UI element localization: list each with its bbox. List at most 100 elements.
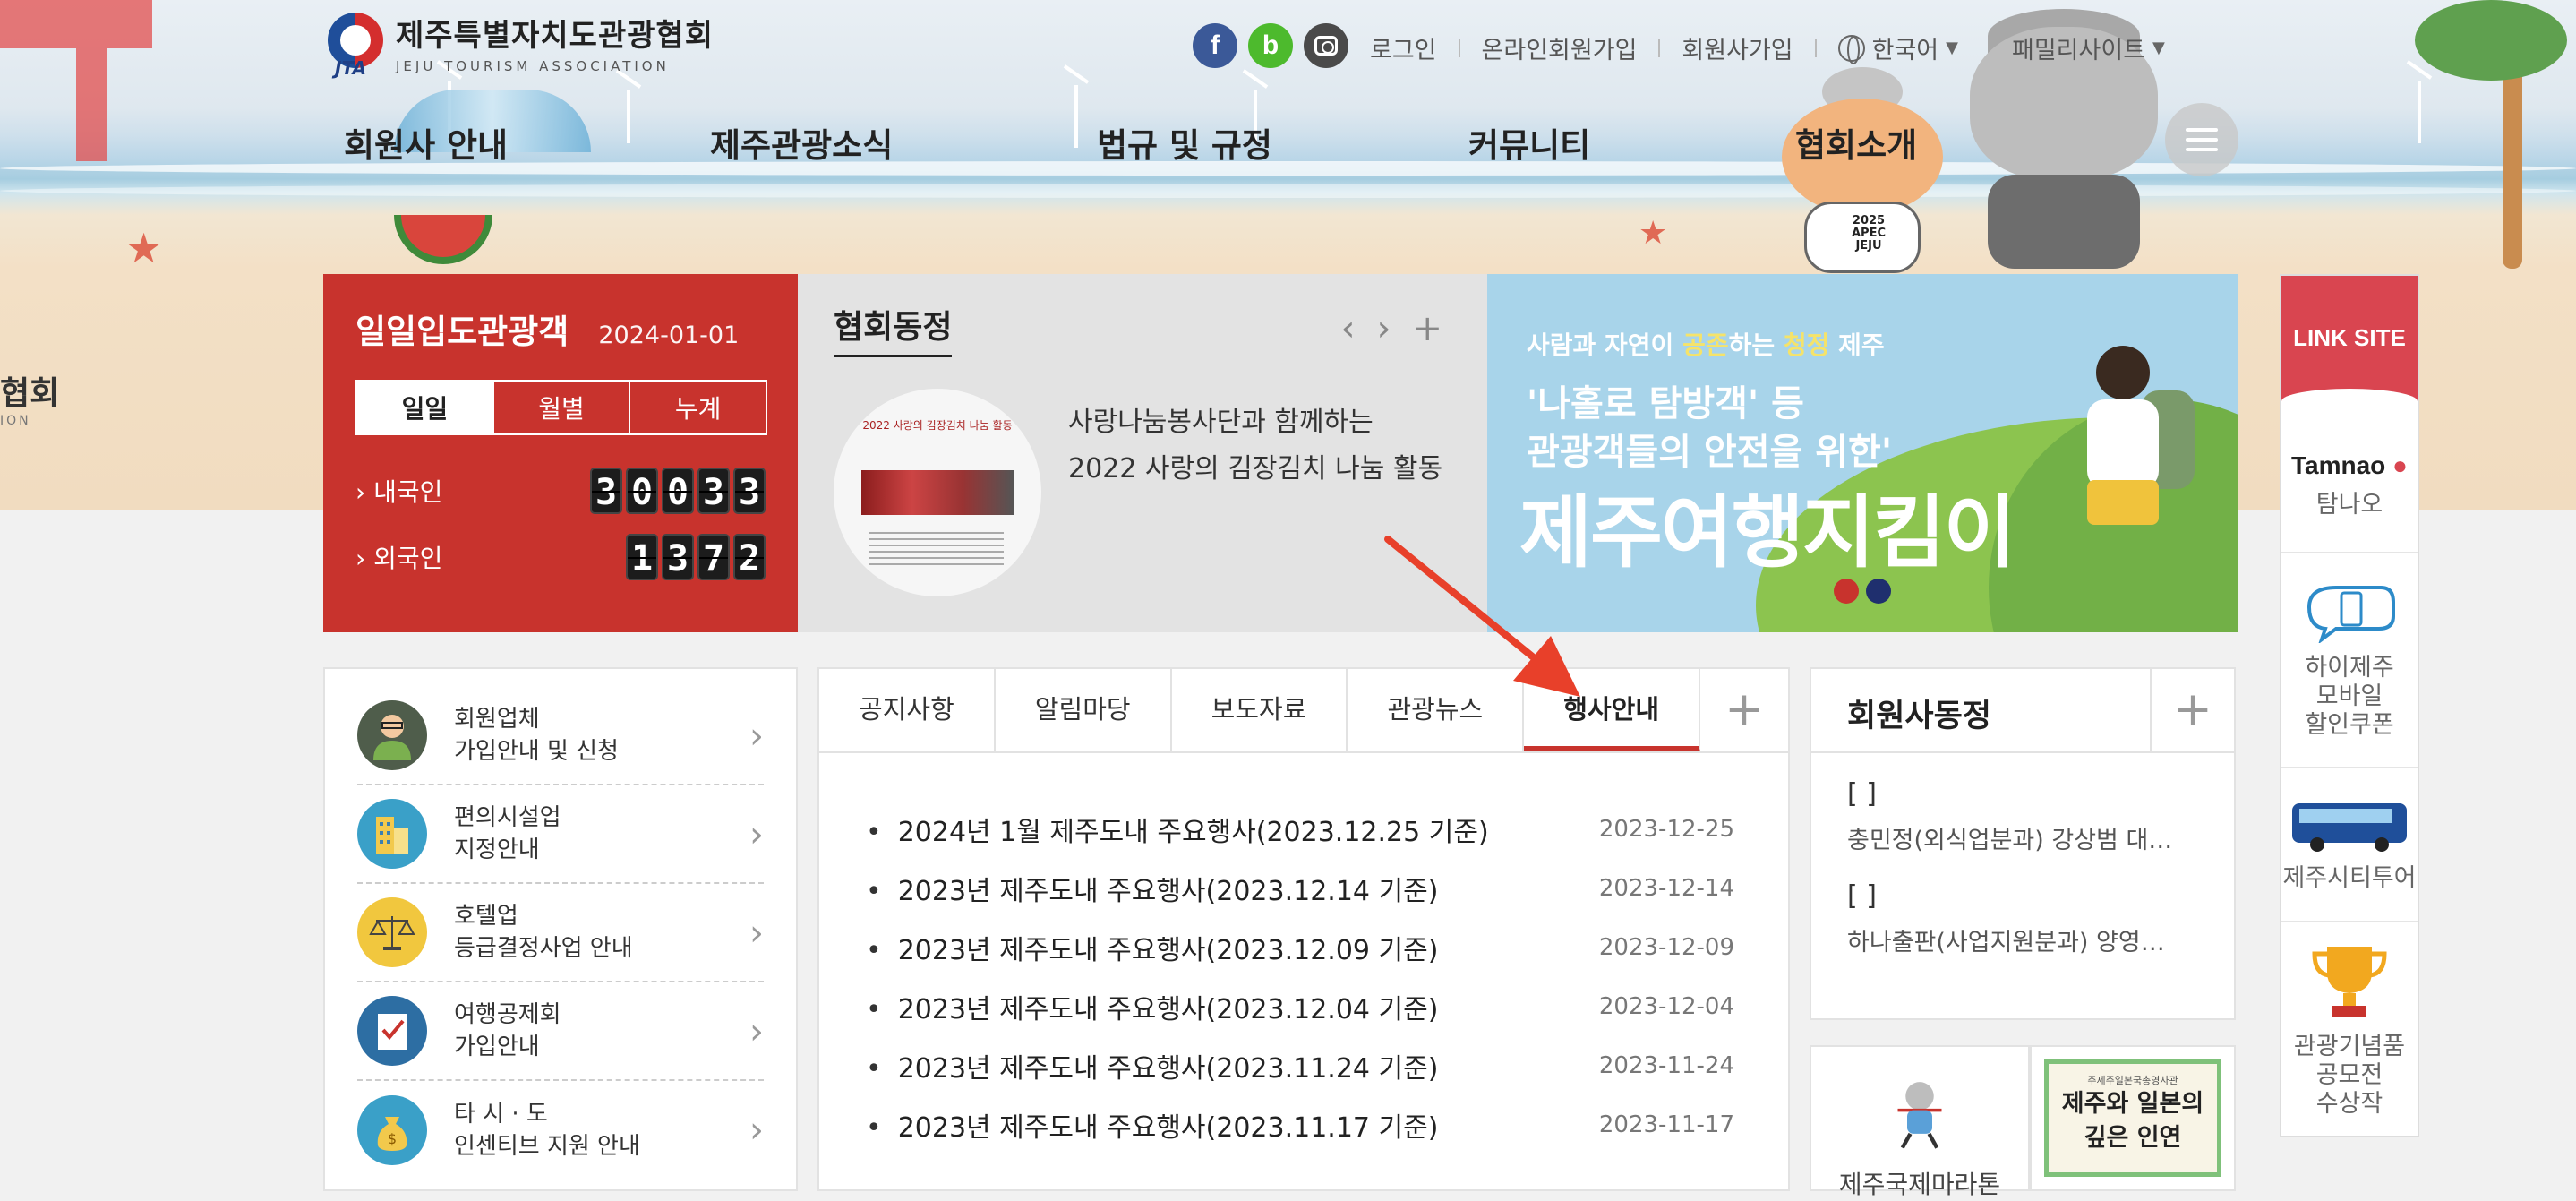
news-line-2: 2022 사랑의 김장김치 나눔 활동	[1068, 453, 1443, 485]
member-news-item[interactable]: [ ] 충민정(외식업분과) 강상범 대…	[1811, 753, 2234, 855]
notice-date: 2023-11-17	[1598, 1111, 1734, 1138]
family-site-label: 패밀리사이트	[2012, 37, 2146, 64]
counter-digit: 3	[733, 468, 766, 514]
carousel-controls: ‹ › +	[1340, 308, 1442, 349]
item-text: 충민정(외식업분과) 강상범 대…	[1847, 827, 2173, 854]
caret-down-icon: ▼	[1946, 39, 1958, 57]
association-news-panel: 협회동정 ‹ › + 2022 사랑의 김장김치 나눔 활동 사랑나눔봉사단과 …	[798, 274, 1487, 632]
quick-label: 타 시 · 도	[454, 1101, 548, 1128]
wave-decoration	[0, 184, 2576, 198]
member-news-title[interactable]: 회원사동정	[1811, 669, 2152, 751]
social-links: f b	[1193, 23, 1348, 68]
domestic-counter: 30033	[590, 468, 766, 514]
member-join-link[interactable]: 회원사가입	[1682, 30, 1793, 65]
logo-name: 제주특별자치도관광협회	[396, 18, 715, 54]
quick-label: 호텔업	[454, 903, 518, 930]
gnb-jeju-news[interactable]: 제주관광소식	[710, 118, 893, 167]
online-join-link[interactable]: 온라인회원가입	[1482, 30, 1638, 65]
tab-monthly[interactable]: 월별	[492, 382, 629, 433]
blog-icon[interactable]: b	[1248, 23, 1293, 68]
chevron-right-icon[interactable]: ›	[1376, 308, 1391, 349]
gnb-regulations[interactable]: 법규 및 규정	[1097, 118, 1272, 167]
quick-sublabel: 지정안내	[454, 836, 540, 863]
tab-notices[interactable]: 공지사항	[819, 669, 996, 751]
hiker-illustration	[2060, 346, 2195, 579]
plus-icon[interactable]: +	[2152, 669, 2234, 751]
notice-title: 2024년 1월 제주도내 주요행사(2023.12.25 기준)	[866, 810, 1489, 849]
notice-date: 2023-12-25	[1598, 816, 1734, 843]
quick-hotel-grading[interactable]: 호텔업 등급결정사업 안내 ›	[357, 884, 764, 982]
assoc-news-title[interactable]: 협회동정	[834, 301, 953, 357]
carousel-dot[interactable]	[1834, 579, 1859, 604]
gnb-member-guide[interactable]: 회원사 안내	[344, 118, 508, 167]
watermelon-illustration	[394, 215, 492, 264]
notice-item[interactable]: 2023년 제주도내 주요행사(2023.12.09 기준) 2023-12-09	[866, 918, 1788, 977]
news-description[interactable]: 사랑나눔봉사단과 함께하는 2022 사랑의 김장김치 나눔 활동	[1068, 399, 1442, 493]
notice-board: 공지사항 알림마당 보도자료 관광뉴스 행사안내 + 2024년 1월 제주도내…	[817, 667, 1790, 1191]
member-news-panel: 회원사동정 + [ ] 충민정(외식업분과) 강상범 대… [ ] 하나출판(사…	[1810, 667, 2236, 1020]
tab-cumulative[interactable]: 누계	[629, 382, 766, 433]
thumbnail-caption: 2022 사랑의 김장김치 나눔 활동	[862, 419, 1013, 432]
notice-date: 2023-12-09	[1598, 934, 1734, 961]
quick-label: 회원업체	[454, 706, 540, 733]
gnb-about[interactable]: 협회소개	[1795, 118, 1917, 167]
promo-banner[interactable]: 사람과 자연이 공존하는 청정 제주 '나홀로 탐방객' 등 관광객들의 안전을…	[1487, 274, 2238, 632]
quick-label: 여행공제회	[454, 1001, 561, 1028]
tab-press[interactable]: 보도자료	[1172, 669, 1348, 751]
tab-events[interactable]: 행사안내	[1524, 669, 1701, 751]
tab-announcements[interactable]: 알림마당	[996, 669, 1172, 751]
counter-digit: 7	[697, 534, 730, 580]
notice-item[interactable]: 2023년 제주도내 주요행사(2023.11.17 기준) 2023-11-17	[866, 1095, 1788, 1154]
stats-title: 일일입도관광객	[355, 313, 569, 351]
scale-icon	[357, 897, 427, 967]
notice-title: 2023년 제주도내 주요행사(2023.12.14 기준)	[866, 869, 1439, 908]
notice-item[interactable]: 2023년 제주도내 주요행사(2023.11.24 기준) 2023-11-24	[866, 1036, 1788, 1095]
tab-tourism-news[interactable]: 관광뉴스	[1348, 669, 1525, 751]
quick-sublabel: 가입안내	[454, 1034, 540, 1060]
pier-illustration	[0, 0, 152, 161]
tab-daily[interactable]: 일일	[357, 382, 492, 433]
quick-facility-designation[interactable]: 편의시설업 지정안내 ›	[357, 785, 764, 884]
notice-item[interactable]: 2024년 1월 제주도내 주요행사(2023.12.25 기준) 2023-12…	[866, 800, 1788, 859]
notice-date: 2023-12-04	[1598, 993, 1734, 1020]
runner-mascot-icon	[1897, 1082, 1942, 1149]
notice-item[interactable]: 2023년 제주도내 주요행사(2023.12.04 기준) 2023-12-04	[866, 977, 1788, 1036]
gnb-community[interactable]: 커뮤니티	[1468, 118, 1590, 167]
link-souvenir-contest[interactable]: 관광기념품 공모전 수상작	[2281, 922, 2418, 1137]
plus-icon[interactable]: +	[1412, 308, 1442, 349]
member-news-item[interactable]: [ ] 하나출판(사업지원분과) 양영…	[1811, 855, 2234, 957]
site-logo[interactable]: JTA 제주특별자치도관광협회 JEJU TOURISM ASSOCIATION	[328, 11, 715, 79]
plus-icon[interactable]: +	[1700, 669, 1788, 751]
link-hijeju-coupon[interactable]: 하이제주 모바일 할인쿠폰	[2281, 553, 2418, 768]
quick-label: 편의시설업	[454, 804, 561, 831]
logo-mark: JTA	[335, 57, 367, 79]
family-site-select[interactable]: 패밀리사이트 ▼	[2012, 30, 2165, 65]
moneybag-icon: $	[357, 1095, 427, 1165]
counter-digit: 2	[733, 534, 766, 580]
exhibit-banner[interactable]: 주제주일본국총영사관 제주와 일본의 깊은 인연	[2030, 1045, 2236, 1191]
news-thumbnail[interactable]: 2022 사랑의 김장김치 나눔 활동	[834, 389, 1041, 596]
banner-tagline: 사람과 자연이 공존하는 청정 제주	[1527, 330, 1885, 360]
notice-tabs: 공지사항 알림마당 보도자료 관광뉴스 행사안내 +	[819, 669, 1788, 753]
instagram-icon[interactable]	[1304, 23, 1348, 68]
marathon-banner[interactable]: 제주국제마라톤	[1810, 1045, 2030, 1199]
chevron-right-icon: ›	[749, 716, 764, 757]
link-site-title: LINK SITE	[2281, 276, 2418, 414]
building-icon	[357, 799, 427, 869]
link-city-tour[interactable]: 제주시티투어	[2281, 768, 2418, 922]
quick-incentive[interactable]: $ 타 시 · 도 인센티브 지원 안내 ›	[357, 1081, 764, 1180]
chevron-left-icon[interactable]: ‹	[1340, 308, 1355, 349]
link-tamnao[interactable]: Tamnao ● 탐나오	[2281, 401, 2418, 553]
chevron-right-icon: ›	[749, 913, 764, 954]
apec-badge: 2025 APEC JEJU	[1852, 214, 1887, 253]
carousel-dots	[1834, 579, 1891, 604]
quick-travel-mutual-aid[interactable]: 여행공제회 가입안내 ›	[357, 982, 764, 1081]
hamburger-menu-icon[interactable]	[2165, 103, 2238, 176]
login-link[interactable]: 로그인	[1370, 30, 1437, 65]
quick-member-join[interactable]: 회원업체 가입안내 및 신청 ›	[357, 687, 764, 785]
facebook-icon[interactable]: f	[1193, 23, 1237, 68]
logo-subtitle: JEJU TOURISM ASSOCIATION	[396, 58, 670, 74]
language-select[interactable]: 한국어 ▼	[1837, 30, 1958, 65]
notice-item[interactable]: 2023년 제주도내 주요행사(2023.12.14 기준) 2023-12-14	[866, 859, 1788, 918]
carousel-dot[interactable]	[1866, 579, 1891, 604]
